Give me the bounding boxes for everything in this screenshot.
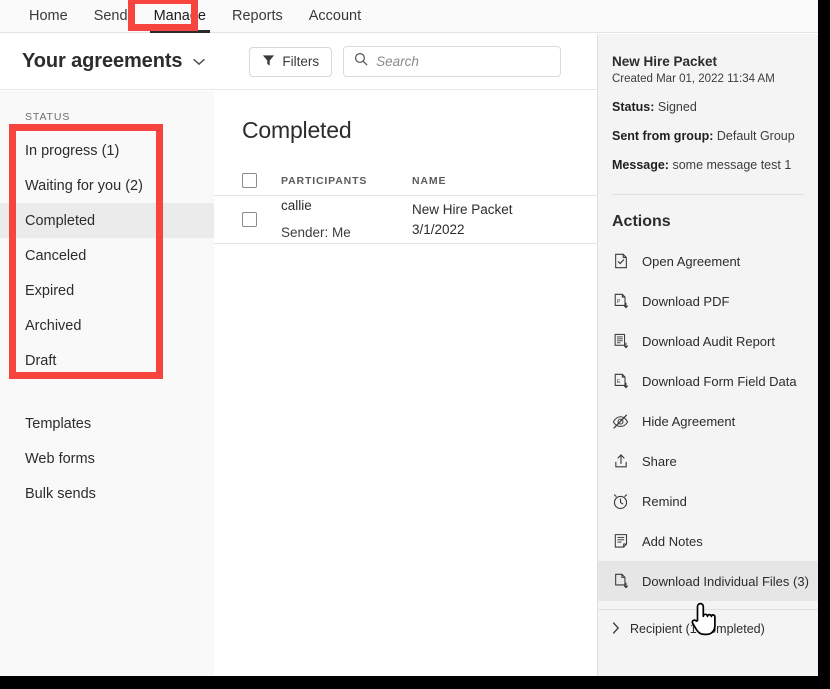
action-add-notes[interactable]: Add Notes (598, 521, 818, 561)
action-hide-agreement[interactable]: Hide Agreement (598, 401, 818, 441)
cell-name: New Hire Packet 3/1/2022 (412, 200, 572, 238)
sidebar-secondary-list: Templates Web forms Bulk sends (0, 406, 214, 511)
svg-text:E: E (616, 379, 620, 385)
panel-divider (612, 194, 804, 195)
table-header-row: PARTICIPANTS NAME (214, 166, 597, 196)
column-header-participants: PARTICIPANTS (281, 175, 412, 187)
nav-item-send[interactable]: Send (81, 0, 141, 33)
participant-name: callie (281, 199, 412, 213)
download-individual-files-icon (612, 573, 629, 590)
page-title: Your agreements (22, 50, 182, 73)
window-edge-bottom (0, 676, 830, 689)
sidebar-item-archived[interactable]: Archived (0, 308, 214, 343)
download-form-field-data-icon: E (612, 373, 629, 390)
action-label: Download PDF (642, 294, 729, 309)
action-label: Remind (642, 494, 687, 509)
action-open-agreement[interactable]: Open Agreement (598, 241, 818, 281)
sidebar-item-in-progress[interactable]: In progress (1) (0, 133, 214, 168)
chevron-down-icon[interactable] (193, 55, 205, 68)
sidebar-item-waiting-for-you[interactable]: Waiting for you (2) (0, 168, 214, 203)
remind-clock-icon (612, 493, 629, 510)
cell-participants: callie Sender: Me (281, 196, 412, 244)
search-icon (354, 52, 368, 71)
action-label: Download Individual Files (3) (642, 574, 809, 589)
row-checkbox[interactable] (242, 212, 257, 227)
detail-message-label: Message: (612, 158, 669, 172)
sidebar-item-bulk-sends[interactable]: Bulk sends (0, 476, 214, 511)
action-label: Download Audit Report (642, 334, 775, 349)
column-header-name: NAME (412, 175, 572, 187)
app-window: Home Send Manage Reports Account Your ag… (0, 0, 830, 689)
action-label: Open Agreement (642, 254, 740, 269)
search-input[interactable]: Search (343, 46, 561, 77)
sidebar-item-canceled[interactable]: Canceled (0, 238, 214, 273)
open-agreement-icon (612, 253, 629, 270)
agreement-date: 3/1/2022 (412, 220, 572, 239)
detail-group-label: Sent from group: (612, 129, 713, 143)
detail-status-field: Status: Signed (612, 100, 804, 114)
detail-status-value: Signed (658, 100, 697, 114)
sidebar-item-draft[interactable]: Draft (0, 343, 214, 378)
action-download-individual-files[interactable]: Download Individual Files (3) (598, 561, 818, 601)
chevron-right-icon (612, 622, 620, 637)
detail-message-value: some message test 1 (672, 158, 791, 172)
recipient-label: Recipient (1 Completed) (630, 622, 765, 636)
action-download-pdf[interactable]: P Download PDF (598, 281, 818, 321)
action-download-form-field-data[interactable]: E Download Form Field Data (598, 361, 818, 401)
detail-agreement-title: New Hire Packet (612, 54, 804, 69)
detail-status-label: Status: (612, 100, 654, 114)
select-all-checkbox[interactable] (242, 173, 257, 188)
hide-agreement-icon (612, 413, 629, 430)
nav-item-account[interactable]: Account (296, 0, 374, 33)
action-download-audit-report[interactable]: Download Audit Report (598, 321, 818, 361)
sidebar-item-expired[interactable]: Expired (0, 273, 214, 308)
left-sidebar: STATUS In progress (1) Waiting for you (… (0, 91, 214, 676)
detail-group-value: Default Group (717, 129, 795, 143)
search-placeholder: Search (376, 54, 419, 69)
sidebar-status-heading: STATUS (25, 111, 214, 123)
participant-sender: Sender: Me (281, 226, 412, 240)
action-share[interactable]: Share (598, 441, 818, 481)
action-label: Add Notes (642, 534, 703, 549)
action-label: Download Form Field Data (642, 374, 797, 389)
detail-created-timestamp: Created Mar 01, 2022 11:34 AM (612, 73, 804, 85)
nav-item-reports[interactable]: Reports (219, 0, 296, 33)
top-navigation-bar: Home Send Manage Reports Account (0, 0, 818, 33)
actions-list: Open Agreement P Download PDF (598, 241, 818, 601)
agreement-details-panel: New Hire Packet Created Mar 01, 2022 11:… (597, 34, 818, 676)
svg-text:P: P (616, 299, 620, 305)
action-label: Share (642, 454, 677, 469)
agreement-name: New Hire Packet (412, 200, 572, 219)
filters-label: Filters (282, 54, 319, 69)
detail-group-field: Sent from group: Default Group (612, 129, 804, 143)
filter-funnel-icon (262, 54, 275, 70)
agreements-header: Your agreements Filters Search (0, 34, 597, 90)
main-content: Completed PARTICIPANTS NAME callie Sende… (214, 91, 597, 676)
nav-item-manage[interactable]: Manage (141, 0, 219, 33)
agreements-table: PARTICIPANTS NAME callie Sender: Me New … (214, 166, 597, 244)
table-row[interactable]: callie Sender: Me New Hire Packet 3/1/20… (214, 196, 597, 244)
content-title: Completed (242, 117, 597, 144)
filters-button[interactable]: Filters (249, 47, 332, 77)
sidebar-item-templates[interactable]: Templates (0, 406, 214, 441)
details-header: New Hire Packet Created Mar 01, 2022 11:… (598, 34, 818, 195)
add-notes-icon (612, 533, 629, 550)
action-label: Hide Agreement (642, 414, 735, 429)
action-remind[interactable]: Remind (598, 481, 818, 521)
download-pdf-icon: P (612, 293, 629, 310)
sidebar-status-list: In progress (1) Waiting for you (2) Comp… (0, 133, 214, 378)
window-edge-right (818, 0, 830, 689)
sidebar-item-completed[interactable]: Completed (0, 203, 214, 238)
download-audit-report-icon (612, 333, 629, 350)
nav-item-home[interactable]: Home (16, 0, 81, 33)
recipient-accordion[interactable]: Recipient (1 Completed) (598, 610, 818, 648)
detail-message-field: Message: some message test 1 (612, 158, 804, 172)
share-icon (612, 453, 629, 470)
actions-heading: Actions (612, 213, 818, 231)
sidebar-item-web-forms[interactable]: Web forms (0, 441, 214, 476)
